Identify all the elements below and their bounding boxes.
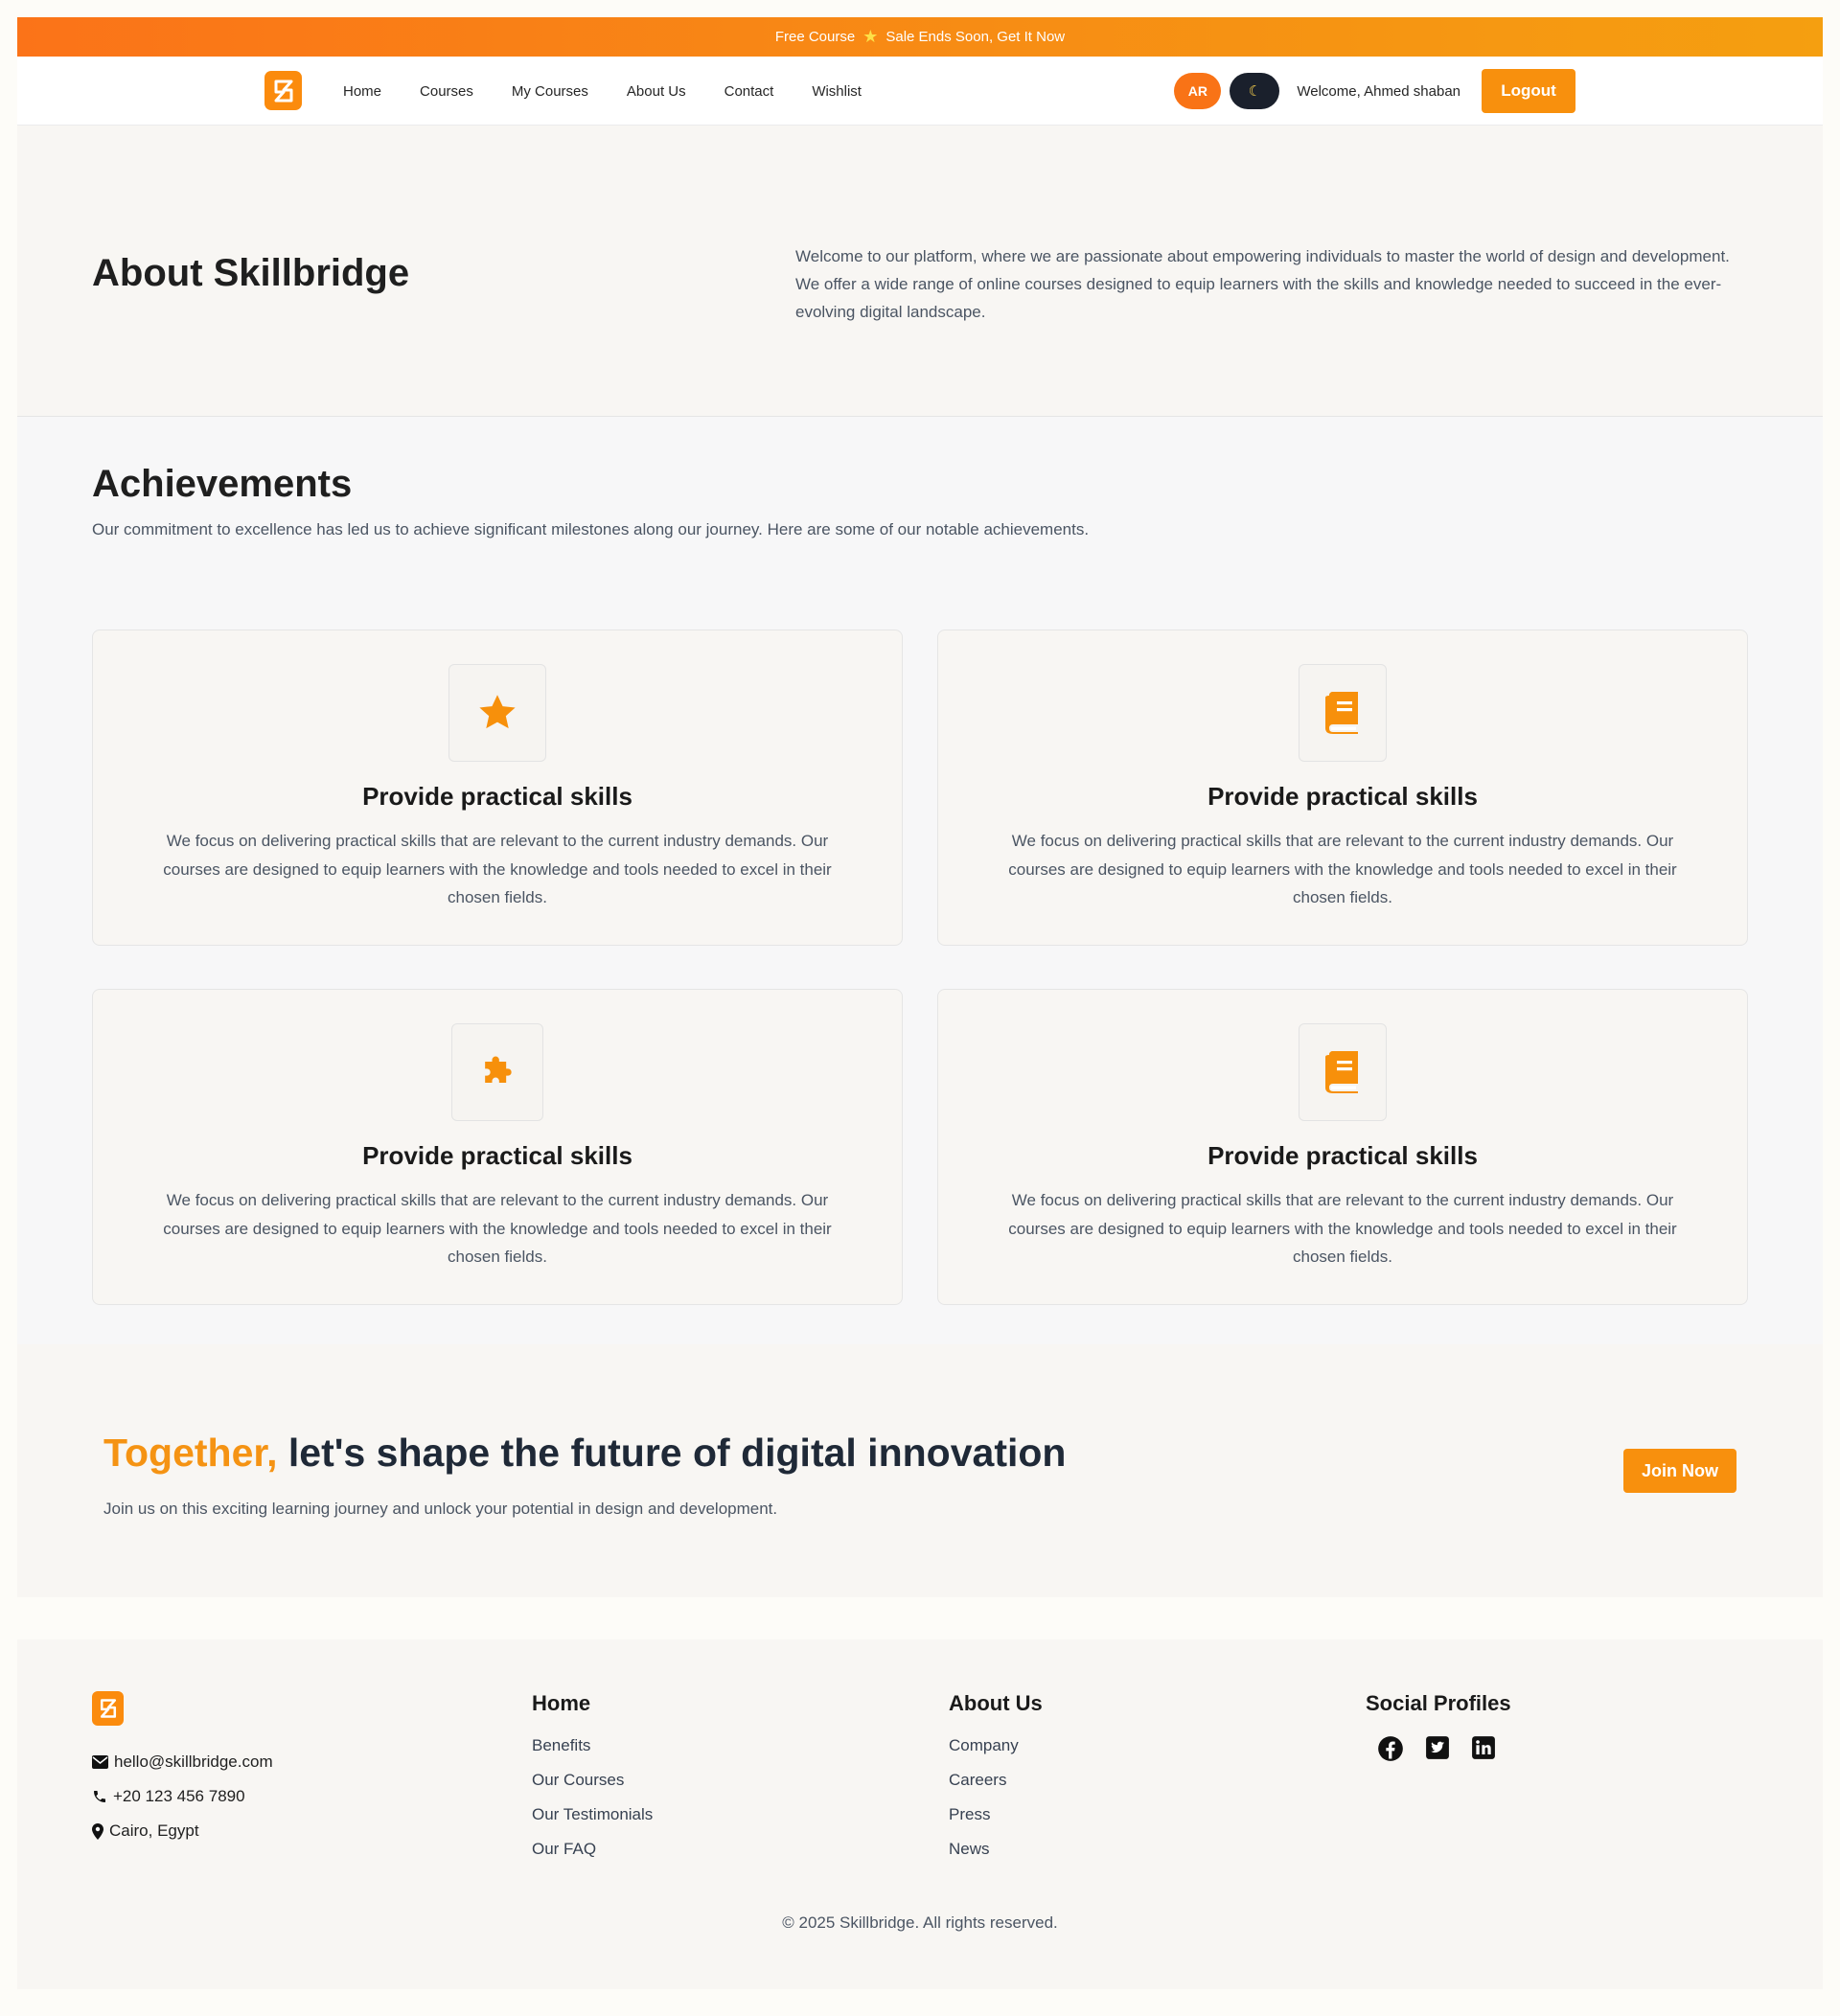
- welcome-text: Welcome, Ahmed shaban: [1297, 82, 1460, 100]
- nav-my-courses[interactable]: My Courses: [512, 83, 588, 100]
- cta-title-main: let's shape the future of digital innova…: [277, 1431, 1067, 1475]
- envelope-icon: [92, 1755, 108, 1769]
- achievement-card: Provide practical skills We focus on del…: [92, 989, 903, 1305]
- copyright-text: © 2025 Skillbridge. All rights reserved.: [782, 1913, 1058, 1932]
- logo-icon: [274, 80, 292, 102]
- book-icon: [1325, 692, 1358, 734]
- footer-col-about: About Us Company Careers Press News: [949, 1691, 1043, 1873]
- moon-icon: ☾: [1248, 83, 1262, 100]
- footer-link-our-courses[interactable]: Our Courses: [532, 1770, 653, 1804]
- star-icon: ★: [862, 27, 879, 46]
- nav-courses[interactable]: Courses: [420, 83, 473, 100]
- nav-home[interactable]: Home: [343, 83, 381, 100]
- nav-about-us[interactable]: About Us: [627, 83, 686, 100]
- theme-toggle-button[interactable]: ☾: [1230, 73, 1280, 109]
- achievement-card: Provide practical skills We focus on del…: [92, 630, 903, 946]
- cta-section: Together, let's shape the future of digi…: [17, 1344, 1823, 1597]
- achievement-card: Provide practical skills We focus on del…: [937, 989, 1748, 1305]
- footer-email[interactable]: hello@skillbridge.com: [92, 1745, 273, 1779]
- footer-col-home-title: Home: [532, 1691, 591, 1715]
- achievements-title: Achievements: [92, 463, 353, 505]
- nav-actions: AR ☾ Welcome, Ahmed shaban Logout: [1174, 57, 1576, 126]
- achievement-text: We focus on delivering practical skills …: [1008, 832, 1677, 906]
- footer-link-careers[interactable]: Careers: [949, 1770, 1043, 1804]
- section-gap: [17, 1597, 1823, 1639]
- footer-contact: hello@skillbridge.com +20 123 456 7890 C…: [92, 1745, 273, 1848]
- navbar: Home Courses My Courses About Us Contact…: [17, 57, 1823, 126]
- phone-icon: [94, 1791, 105, 1802]
- footer-location-text: Cairo, Egypt: [109, 1821, 199, 1840]
- join-now-button[interactable]: Join Now: [1623, 1449, 1736, 1493]
- logo-icon: [100, 1699, 116, 1718]
- footer-phone-text: +20 123 456 7890: [113, 1787, 245, 1805]
- achievement-text: We focus on delivering practical skills …: [1008, 1191, 1677, 1266]
- cta-title-accent: Together,: [104, 1431, 278, 1475]
- footer-phone[interactable]: +20 123 456 7890: [92, 1779, 273, 1814]
- nav-wishlist[interactable]: Wishlist: [812, 83, 862, 100]
- star-icon: [479, 695, 516, 729]
- twitter-icon[interactable]: [1425, 1735, 1450, 1760]
- achievement-title: Provide practical skills: [362, 782, 632, 811]
- footer-col-social-title: Social Profiles: [1366, 1691, 1511, 1715]
- footer-col-home: Home Benefits Our Courses Our Testimonia…: [532, 1691, 653, 1873]
- footer-location: Cairo, Egypt: [92, 1814, 273, 1848]
- footer-link-press[interactable]: Press: [949, 1804, 1043, 1839]
- puzzle-icon: [485, 1056, 512, 1083]
- logo[interactable]: [264, 71, 302, 110]
- achievement-icon-box: [1299, 664, 1387, 762]
- achievement-icon-box: [451, 1023, 543, 1121]
- nav-links: Home Courses My Courses About Us Contact…: [343, 57, 900, 126]
- footer-link-company[interactable]: Company: [949, 1735, 1043, 1770]
- language-toggle-button[interactable]: AR: [1174, 73, 1222, 109]
- achievement-icon-box: [448, 664, 546, 762]
- achievement-title: Provide practical skills: [362, 1141, 632, 1170]
- footer-link-benefits[interactable]: Benefits: [532, 1735, 653, 1770]
- achievement-title: Provide practical skills: [1208, 782, 1478, 811]
- footer-email-text: hello@skillbridge.com: [114, 1753, 273, 1771]
- about-description: Welcome to our platform, where we are pa…: [795, 247, 1730, 321]
- cta-text: Join us on this exciting learning journe…: [104, 1500, 778, 1518]
- facebook-icon[interactable]: [1377, 1735, 1404, 1762]
- footer-link-news[interactable]: News: [949, 1839, 1043, 1873]
- achievement-icon-box: [1299, 1023, 1387, 1121]
- location-pin-icon: [92, 1822, 104, 1840]
- footer-logo[interactable]: [92, 1691, 124, 1726]
- achievement-text: We focus on delivering practical skills …: [163, 832, 832, 906]
- book-icon: [1325, 1051, 1358, 1093]
- page: Free Course ★ Sale Ends Soon, Get It Now…: [17, 17, 1823, 1989]
- achievements-subtitle: Our commitment to excellence has led us …: [92, 520, 1090, 538]
- promo-banner[interactable]: Free Course ★ Sale Ends Soon, Get It Now: [17, 17, 1823, 57]
- social-icons: [1366, 1735, 1511, 1762]
- footer-col-about-title: About Us: [949, 1691, 1043, 1715]
- about-section: About Skillbridge Welcome to our platfor…: [17, 126, 1823, 417]
- footer: hello@skillbridge.com +20 123 456 7890 C…: [17, 1639, 1823, 1989]
- footer-col-social: Social Profiles: [1366, 1691, 1511, 1762]
- nav-contact[interactable]: Contact: [724, 83, 774, 100]
- banner-right-text: Sale Ends Soon, Get It Now: [886, 29, 1066, 45]
- footer-link-our-faq[interactable]: Our FAQ: [532, 1839, 653, 1873]
- footer-link-our-testimonials[interactable]: Our Testimonials: [532, 1804, 653, 1839]
- banner-left-text: Free Course: [774, 29, 856, 45]
- achievements-section: Achievements Our commitment to excellenc…: [17, 417, 1823, 1344]
- logout-button[interactable]: Logout: [1482, 69, 1576, 113]
- linkedin-icon[interactable]: [1471, 1735, 1496, 1760]
- about-title: About Skillbridge: [92, 252, 410, 294]
- achievement-text: We focus on delivering practical skills …: [163, 1191, 832, 1266]
- cta-title: Together, let's shape the future of digi…: [104, 1431, 1066, 1476]
- achievement-card: Provide practical skills We focus on del…: [937, 630, 1748, 946]
- achievement-title: Provide practical skills: [1208, 1141, 1478, 1170]
